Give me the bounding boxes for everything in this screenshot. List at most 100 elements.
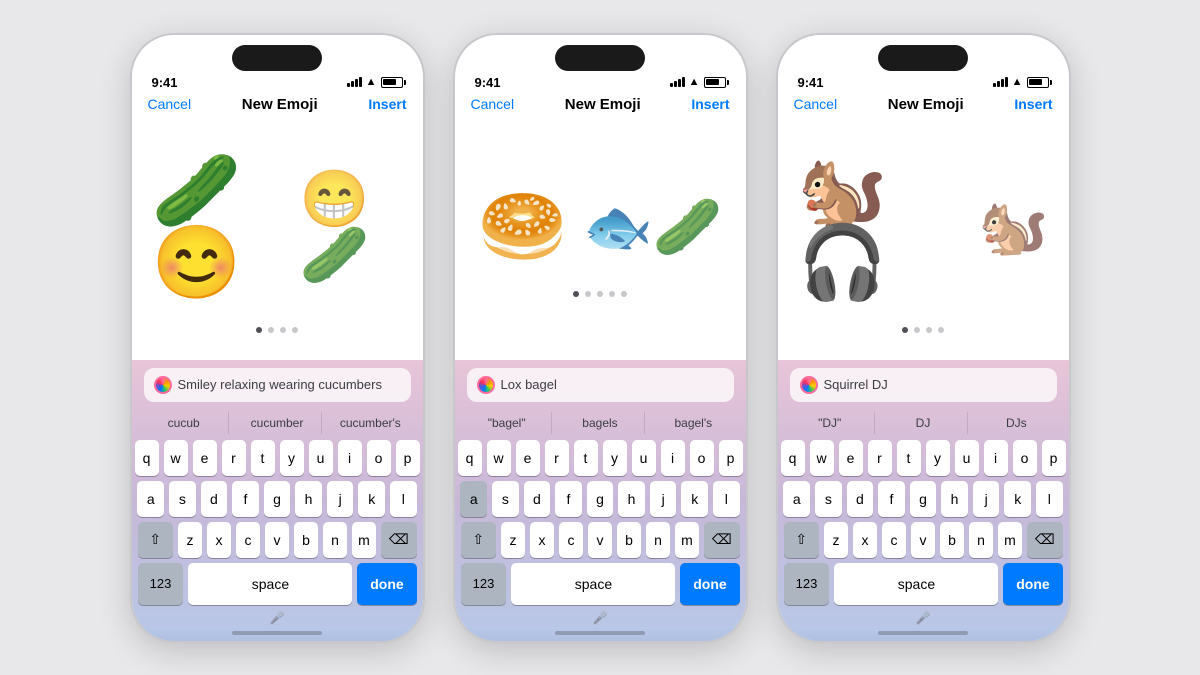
- num-key-3[interactable]: 123: [784, 563, 830, 605]
- key-h-2[interactable]: h: [618, 481, 645, 517]
- key-c-2[interactable]: c: [559, 522, 583, 558]
- key-m-2[interactable]: m: [675, 522, 699, 558]
- cancel-button-3[interactable]: Cancel: [794, 96, 838, 112]
- key-f-3[interactable]: f: [878, 481, 905, 517]
- key-i-1[interactable]: i: [338, 440, 362, 476]
- key-t-3[interactable]: t: [897, 440, 921, 476]
- key-q-1[interactable]: q: [135, 440, 159, 476]
- key-w-3[interactable]: w: [810, 440, 834, 476]
- key-f-2[interactable]: f: [555, 481, 582, 517]
- key-l-1[interactable]: l: [390, 481, 417, 517]
- key-q-3[interactable]: q: [781, 440, 805, 476]
- key-p-1[interactable]: p: [396, 440, 420, 476]
- autocomplete-2-3[interactable]: bagel's: [649, 412, 737, 434]
- key-b-2[interactable]: b: [617, 522, 641, 558]
- key-e-1[interactable]: e: [193, 440, 217, 476]
- cancel-button-2[interactable]: Cancel: [471, 96, 515, 112]
- key-d-1[interactable]: d: [201, 481, 228, 517]
- key-z-3[interactable]: z: [824, 522, 848, 558]
- space-key-3[interactable]: space: [834, 563, 998, 605]
- autocomplete-3-2[interactable]: DJ: [879, 412, 968, 434]
- key-i-2[interactable]: i: [661, 440, 685, 476]
- insert-button-2[interactable]: Insert: [691, 96, 729, 112]
- key-o-3[interactable]: o: [1013, 440, 1037, 476]
- space-key-1[interactable]: space: [188, 563, 352, 605]
- key-f-1[interactable]: f: [232, 481, 259, 517]
- key-x-1[interactable]: x: [207, 522, 231, 558]
- key-k-1[interactable]: k: [358, 481, 385, 517]
- key-n-2[interactable]: n: [646, 522, 670, 558]
- key-c-3[interactable]: c: [882, 522, 906, 558]
- key-n-1[interactable]: n: [323, 522, 347, 558]
- key-v-1[interactable]: v: [265, 522, 289, 558]
- key-y-3[interactable]: y: [926, 440, 950, 476]
- key-r-2[interactable]: r: [545, 440, 569, 476]
- key-w-1[interactable]: w: [164, 440, 188, 476]
- key-t-2[interactable]: t: [574, 440, 598, 476]
- key-z-1[interactable]: z: [178, 522, 202, 558]
- key-p-3[interactable]: p: [1042, 440, 1066, 476]
- key-u-1[interactable]: u: [309, 440, 333, 476]
- key-c-1[interactable]: c: [236, 522, 260, 558]
- autocomplete-1-2[interactable]: cucumber: [233, 412, 322, 434]
- num-key-2[interactable]: 123: [461, 563, 507, 605]
- key-k-2[interactable]: k: [681, 481, 708, 517]
- key-x-2[interactable]: x: [530, 522, 554, 558]
- autocomplete-3-1[interactable]: "DJ": [786, 412, 875, 434]
- insert-button-3[interactable]: Insert: [1014, 96, 1052, 112]
- space-key-2[interactable]: space: [511, 563, 675, 605]
- key-e-3[interactable]: e: [839, 440, 863, 476]
- insert-button-1[interactable]: Insert: [368, 96, 406, 112]
- key-h-1[interactable]: h: [295, 481, 322, 517]
- num-key-1[interactable]: 123: [138, 563, 184, 605]
- key-l-2[interactable]: l: [713, 481, 740, 517]
- delete-key-2[interactable]: ⌫: [704, 522, 740, 558]
- key-t-1[interactable]: t: [251, 440, 275, 476]
- key-v-3[interactable]: v: [911, 522, 935, 558]
- shift-key-1[interactable]: ⇧: [138, 522, 174, 558]
- key-b-1[interactable]: b: [294, 522, 318, 558]
- done-key-2[interactable]: done: [680, 563, 739, 605]
- key-e-2[interactable]: e: [516, 440, 540, 476]
- autocomplete-1-1[interactable]: cucub: [140, 412, 229, 434]
- autocomplete-2-1[interactable]: "bagel": [463, 412, 552, 434]
- key-y-1[interactable]: y: [280, 440, 304, 476]
- autocomplete-2-2[interactable]: bagels: [556, 412, 645, 434]
- key-j-2[interactable]: j: [650, 481, 677, 517]
- cancel-button-1[interactable]: Cancel: [148, 96, 192, 112]
- key-q-2[interactable]: q: [458, 440, 482, 476]
- text-input-3[interactable]: Squirrel DJ: [790, 368, 1057, 402]
- key-m-3[interactable]: m: [998, 522, 1022, 558]
- key-j-3[interactable]: j: [973, 481, 1000, 517]
- autocomplete-1-3[interactable]: cucumber's: [326, 412, 414, 434]
- delete-key-1[interactable]: ⌫: [381, 522, 417, 558]
- shift-key-2[interactable]: ⇧: [461, 522, 497, 558]
- key-i-3[interactable]: i: [984, 440, 1008, 476]
- key-s-1[interactable]: s: [169, 481, 196, 517]
- key-a-2[interactable]: a: [460, 481, 487, 517]
- key-l-3[interactable]: l: [1036, 481, 1063, 517]
- key-m-1[interactable]: m: [352, 522, 376, 558]
- key-x-3[interactable]: x: [853, 522, 877, 558]
- key-k-3[interactable]: k: [1004, 481, 1031, 517]
- key-g-3[interactable]: g: [910, 481, 937, 517]
- text-input-2[interactable]: Lox bagel: [467, 368, 734, 402]
- key-d-2[interactable]: d: [524, 481, 551, 517]
- key-r-1[interactable]: r: [222, 440, 246, 476]
- key-r-3[interactable]: r: [868, 440, 892, 476]
- key-u-2[interactable]: u: [632, 440, 656, 476]
- key-a-3[interactable]: a: [783, 481, 810, 517]
- key-v-2[interactable]: v: [588, 522, 612, 558]
- key-w-2[interactable]: w: [487, 440, 511, 476]
- delete-key-3[interactable]: ⌫: [1027, 522, 1063, 558]
- key-s-2[interactable]: s: [492, 481, 519, 517]
- key-j-1[interactable]: j: [327, 481, 354, 517]
- key-n-3[interactable]: n: [969, 522, 993, 558]
- key-o-1[interactable]: o: [367, 440, 391, 476]
- text-input-1[interactable]: Smiley relaxing wearing cucumbers: [144, 368, 411, 402]
- key-g-2[interactable]: g: [587, 481, 614, 517]
- key-u-3[interactable]: u: [955, 440, 979, 476]
- key-h-3[interactable]: h: [941, 481, 968, 517]
- autocomplete-3-3[interactable]: DJs: [972, 412, 1060, 434]
- key-p-2[interactable]: p: [719, 440, 743, 476]
